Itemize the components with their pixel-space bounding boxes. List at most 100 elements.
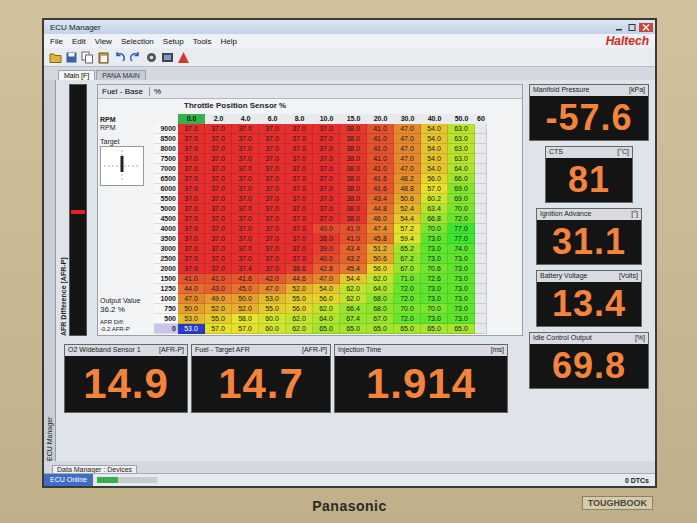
table-cell[interactable]: 37.0: [286, 144, 313, 154]
table-cell[interactable]: 37.0: [232, 164, 259, 174]
table-cell[interactable]: 44.6: [286, 274, 313, 284]
table-cell[interactable]: 38.0: [340, 164, 367, 174]
table-cell[interactable]: 72.0: [448, 214, 475, 224]
table-cell[interactable]: 37.0: [205, 234, 232, 244]
table-cell[interactable]: 73.0: [421, 284, 448, 294]
table-cell[interactable]: 37.0: [259, 214, 286, 224]
menu-item[interactable]: File: [50, 37, 63, 46]
maximize-icon[interactable]: [626, 23, 638, 32]
table-cell[interactable]: 56.0: [313, 294, 340, 304]
table-cell[interactable]: 55.0: [205, 314, 232, 324]
table-cell[interactable]: 55.0: [286, 294, 313, 304]
table-cell[interactable]: 66.4: [340, 304, 367, 314]
table-cell[interactable]: 37.0: [205, 204, 232, 214]
table-cell[interactable]: 37.0: [178, 214, 205, 224]
table-cell[interactable]: 73.0: [421, 254, 448, 264]
table-cell[interactable]: 54.0: [421, 164, 448, 174]
table-cell[interactable]: 73.0: [448, 304, 475, 314]
table-cell[interactable]: 65.0: [394, 324, 421, 334]
table-cell[interactable]: 37.0: [286, 164, 313, 174]
table-cell[interactable]: 73.0: [421, 314, 448, 324]
table-cell[interactable]: 52.0: [232, 304, 259, 314]
table-cell[interactable]: 37.0: [313, 214, 340, 224]
column-header[interactable]: 40.0: [421, 114, 448, 124]
table-cell[interactable]: 62.0: [340, 284, 367, 294]
table-cell[interactable]: 54.4: [394, 214, 421, 224]
table-cell[interactable]: 77.0: [448, 234, 475, 244]
gear-icon[interactable]: [145, 51, 158, 64]
table-cell[interactable]: 37.0: [205, 154, 232, 164]
table-cell[interactable]: 47.0: [178, 294, 205, 304]
tab[interactable]: Main [F]: [58, 70, 95, 80]
row-header[interactable]: 6000: [154, 184, 178, 194]
table-cell[interactable]: 37.0: [178, 124, 205, 134]
table-cell[interactable]: 56.0: [421, 174, 448, 184]
table-cell[interactable]: 37.0: [205, 194, 232, 204]
table-cell[interactable]: 37.0: [313, 134, 340, 144]
table-cell[interactable]: 57.0: [421, 184, 448, 194]
column-header[interactable]: 60: [475, 114, 487, 124]
table-cell[interactable]: 73.0: [448, 274, 475, 284]
table-cell[interactable]: 72.0: [394, 284, 421, 294]
table-cell[interactable]: 37.0: [205, 134, 232, 144]
row-header[interactable]: 4500: [154, 214, 178, 224]
table-cell[interactable]: 66.8: [421, 214, 448, 224]
table-cell[interactable]: 38.0: [340, 184, 367, 194]
table-cell[interactable]: 37.0: [232, 234, 259, 244]
column-header[interactable]: 0.0: [178, 114, 205, 124]
menu-item[interactable]: Setup: [163, 37, 184, 46]
table-cell[interactable]: 67.2: [394, 254, 421, 264]
table-cell[interactable]: 53.0: [178, 314, 205, 324]
table-cell[interactable]: 37.0: [286, 204, 313, 214]
table-cell[interactable]: 37.0: [286, 154, 313, 164]
table-cell[interactable]: 37.0: [232, 224, 259, 234]
table-cell[interactable]: 67.0: [394, 264, 421, 274]
table-cell[interactable]: 64.0: [367, 284, 394, 294]
minimize-icon[interactable]: [613, 23, 625, 32]
table-cell[interactable]: 37.0: [259, 204, 286, 214]
table-cell[interactable]: 47.0: [394, 144, 421, 154]
table-cell[interactable]: 37.0: [232, 134, 259, 144]
table-cell[interactable]: 41.6: [232, 274, 259, 284]
table-cell[interactable]: 43.0: [205, 284, 232, 294]
table-cell[interactable]: 37.0: [313, 194, 340, 204]
table-cell[interactable]: 73.0: [448, 254, 475, 264]
table-cell[interactable]: 37.0: [178, 194, 205, 204]
table-cell[interactable]: 37.0: [178, 134, 205, 144]
table-cell[interactable]: 73.0: [448, 314, 475, 324]
table-cell[interactable]: 41.0: [340, 234, 367, 244]
column-header[interactable]: 15.0: [340, 114, 367, 124]
table-cell[interactable]: 37.0: [286, 224, 313, 234]
table-cell[interactable]: 37.0: [205, 254, 232, 264]
row-header[interactable]: 5500: [154, 194, 178, 204]
table-cell[interactable]: 37.0: [232, 154, 259, 164]
table-cell[interactable]: 52.4: [394, 204, 421, 214]
table-cell[interactable]: 41.0: [367, 144, 394, 154]
table-cell[interactable]: 50.0: [232, 294, 259, 304]
table-cell[interactable]: 70.0: [421, 224, 448, 234]
table-cell[interactable]: 42.8: [313, 264, 340, 274]
table-cell[interactable]: 73.0: [448, 264, 475, 274]
table-cell[interactable]: 37.0: [259, 174, 286, 184]
table-cell[interactable]: 52.0: [286, 284, 313, 294]
table-cell[interactable]: 37.0: [286, 134, 313, 144]
row-header[interactable]: 3000: [154, 244, 178, 254]
copy-icon[interactable]: [81, 51, 94, 64]
column-header[interactable]: 2.0: [205, 114, 232, 124]
table-cell[interactable]: 38.0: [340, 144, 367, 154]
table-cell[interactable]: 65.0: [421, 324, 448, 334]
table-cell[interactable]: 37.0: [178, 144, 205, 154]
table-cell[interactable]: 37.0: [259, 154, 286, 164]
row-header[interactable]: 1500: [154, 274, 178, 284]
table-cell[interactable]: 39.0: [313, 244, 340, 254]
table-cell[interactable]: 37.0: [232, 144, 259, 154]
table-cell[interactable]: 37.0: [178, 164, 205, 174]
row-header[interactable]: 0: [154, 324, 178, 334]
table-cell[interactable]: 49.0: [205, 294, 232, 304]
row-header[interactable]: 6500: [154, 174, 178, 184]
table-cell[interactable]: 40.0: [313, 254, 340, 264]
paste-icon[interactable]: [97, 51, 110, 64]
table-cell[interactable]: 37.0: [178, 184, 205, 194]
table-cell[interactable]: 45.0: [232, 284, 259, 294]
table-cell[interactable]: 37.0: [205, 224, 232, 234]
